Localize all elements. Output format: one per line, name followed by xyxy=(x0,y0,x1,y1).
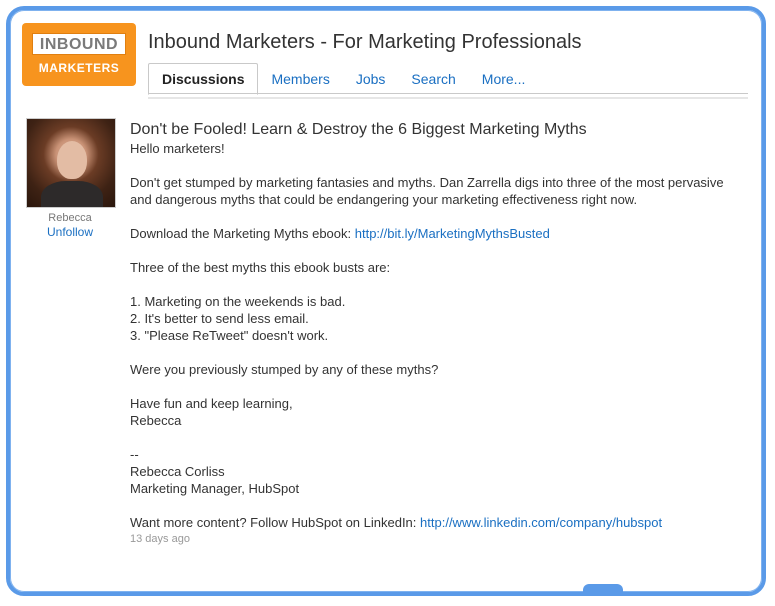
author-name[interactable]: Rebecca xyxy=(26,212,114,224)
signature-name: Rebecca Corliss xyxy=(130,464,225,479)
signature-title: Marketing Manager, HubSpot xyxy=(130,481,300,496)
tab-more[interactable]: More... xyxy=(469,64,539,94)
post-question: Were you previously stumped by any of th… xyxy=(130,362,439,377)
logo-top-text: INBOUND xyxy=(32,33,126,55)
list-item: 1. Marketing on the weekends is bad. xyxy=(130,294,346,309)
follow-line: Want more content? Follow HubSpot on Lin… xyxy=(130,514,745,531)
group-title[interactable]: Inbound Marketers - For Marketing Profes… xyxy=(148,31,582,54)
logo-bottom-text: MARKETERS xyxy=(38,61,120,75)
list-item: 2. It's better to send less email. xyxy=(130,311,309,326)
closing-line: Have fun and keep learning, xyxy=(130,396,293,411)
post-greeting: Hello marketers! xyxy=(130,141,225,156)
post-timestamp: 13 days ago xyxy=(130,533,190,545)
post-intro: Don't get stumped by marketing fantasies… xyxy=(130,175,724,207)
tab-divider xyxy=(148,93,748,94)
tab-jobs[interactable]: Jobs xyxy=(343,64,399,94)
signature: -- Rebecca Corliss Marketing Manager, Hu… xyxy=(130,446,745,497)
unfollow-link[interactable]: Unfollow xyxy=(26,225,114,239)
tab-divider-shadow xyxy=(148,97,748,99)
frame-tab xyxy=(583,584,623,596)
list-item: 3. "Please ReTweet" doesn't work. xyxy=(130,328,329,343)
tab-search[interactable]: Search xyxy=(398,64,468,94)
post-title[interactable]: Don't be Fooled! Learn & Destroy the 6 B… xyxy=(130,120,745,140)
download-text: Download the Marketing Myths ebook: xyxy=(130,226,352,241)
tab-members[interactable]: Members xyxy=(258,64,342,94)
list-intro: Three of the best myths this ebook busts… xyxy=(130,260,391,275)
group-tabs: Discussions Members Jobs Search More... xyxy=(148,62,539,95)
linkedin-company-link[interactable]: http://www.linkedin.com/company/hubspot xyxy=(420,515,662,530)
discussion-post: Don't be Fooled! Learn & Destroy the 6 B… xyxy=(130,120,745,548)
closing: Have fun and keep learning, Rebecca xyxy=(130,395,745,429)
tab-discussions[interactable]: Discussions xyxy=(148,63,259,95)
myth-list: 1. Marketing on the weekends is bad. 2. … xyxy=(130,293,745,344)
closing-name: Rebecca xyxy=(130,413,182,428)
follow-text: Want more content? Follow HubSpot on Lin… xyxy=(130,515,417,530)
author-avatar[interactable] xyxy=(26,118,116,208)
signature-separator: -- xyxy=(130,447,139,462)
avatar-face xyxy=(57,141,87,179)
group-logo[interactable]: INBOUND MARKETERS xyxy=(22,23,136,86)
ebook-link[interactable]: http://bit.ly/MarketingMythsBusted xyxy=(355,226,550,241)
download-line: Download the Marketing Myths ebook: http… xyxy=(130,225,745,242)
avatar-body xyxy=(41,181,103,207)
